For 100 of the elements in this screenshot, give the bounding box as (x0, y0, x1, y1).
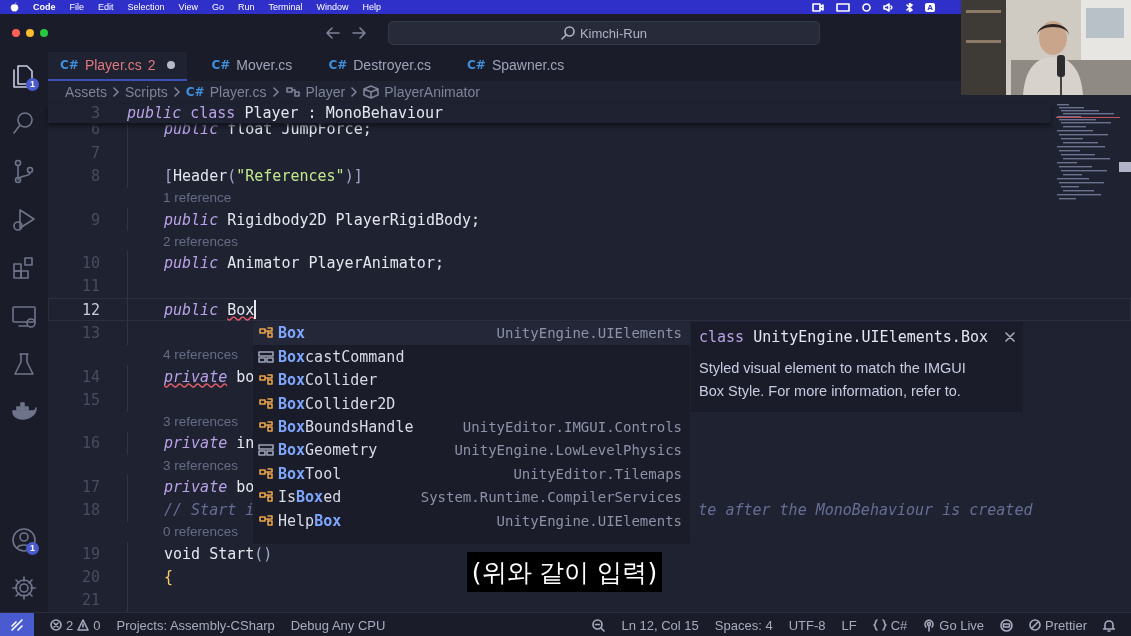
menu-item[interactable]: Terminal (268, 2, 303, 12)
warning-icon (77, 619, 90, 631)
class-icon (258, 326, 274, 341)
struct-icon (258, 349, 274, 364)
chevron-icon (271, 87, 280, 98)
suggestion-item[interactable]: BoxBoundsHandle UnityEditor.IMGUI.Controls (253, 415, 690, 439)
csharp-file-icon: C# (60, 58, 79, 73)
chevron-icon (112, 87, 120, 98)
settings-icon[interactable] (10, 574, 38, 602)
suggestion-item[interactable]: IsBoxed System.Runtime.CompilerServices (253, 485, 690, 509)
code-line: public Animator PlayerAnimator; (164, 254, 444, 272)
prettier-button[interactable]: Prettier (1029, 617, 1087, 633)
indentation-status[interactable]: Spaces: 4 (714, 617, 773, 633)
camera-icon (812, 2, 825, 12)
suggestion-item[interactable]: BoxGeometry UnityEngine.LowLevelPhysics (253, 438, 690, 463)
minimize-window-button[interactable] (26, 29, 34, 37)
tab-label: Player.cs (84, 57, 142, 74)
csharp-file-icon: C# (467, 58, 486, 73)
code-line: private in (164, 434, 255, 453)
chevron-icon (172, 87, 181, 98)
code-line: // Start i (164, 501, 255, 520)
volume-icon (883, 2, 895, 12)
class-icon (258, 490, 274, 505)
notification-badge: 1 (26, 542, 39, 555)
bluetooth-icon (906, 2, 914, 12)
command-center-search[interactable]: Kimchi-Run (388, 21, 820, 45)
suggestion-item[interactable]: BoxcastCommand (253, 345, 690, 369)
menu-item[interactable]: Run (237, 2, 255, 12)
code-line: public class Player : MonoBehaviour (127, 104, 444, 123)
code-line: private bo (164, 477, 255, 496)
code-line: private bo (164, 367, 255, 386)
account-icon[interactable] (10, 526, 38, 554)
status-item[interactable]: Debug Any CPU (290, 617, 386, 633)
type-signature: class UnityEngine.UIElements.Box (699, 327, 988, 346)
chevron-icon (350, 87, 359, 98)
csharp-file-icon: C# (328, 58, 348, 73)
back-arrow-icon (326, 27, 340, 39)
broadcast-icon (923, 618, 936, 632)
search-icon (560, 26, 575, 40)
play-bug-icon[interactable] (10, 206, 38, 234)
app-menu[interactable]: Code (33, 2, 56, 12)
cursor-position[interactable]: Ln 12, Col 15 (621, 617, 699, 633)
editor-tab[interactable]: C# Player.cs 2 (48, 52, 188, 81)
menu-item[interactable]: Go (211, 2, 224, 12)
notification-badge: 1 (26, 78, 39, 91)
documentation-text: Styled visual element to match the IMGUI Box Style. For more information, refer to. (699, 358, 967, 401)
scrollbar-thumb[interactable] (1119, 161, 1131, 172)
breadcrumb-item[interactable]: PlayerAnimator (384, 84, 480, 101)
code-line: public Rigidbody2D PlayerRigidBody; (164, 210, 481, 229)
cube-icon (363, 85, 380, 100)
code-line: public Box (164, 300, 255, 319)
problem-count: 2 (147, 57, 156, 74)
braces-icon (872, 619, 887, 631)
go-live-button[interactable]: Go Live (923, 617, 985, 633)
struct-icon (258, 443, 274, 458)
class-icon (258, 396, 274, 411)
display-icon (836, 2, 851, 12)
tab-label: Mover.cs (236, 57, 293, 74)
csharp-file-icon: C# (185, 85, 205, 100)
suggestion-item[interactable]: BoxCollider (253, 368, 690, 392)
line-ending-status[interactable]: LF (841, 617, 857, 633)
tab-label: Spawner.cs (491, 57, 565, 74)
editor-tab[interactable]: C# Spawner.cs (455, 52, 577, 81)
error-icon (50, 619, 62, 631)
language-mode[interactable]: C# (872, 617, 908, 633)
code-comment: te after the MonoBehaviour is created (698, 501, 1033, 520)
menu-item[interactable]: Window (316, 2, 349, 12)
menu-item[interactable]: Selection (127, 2, 165, 12)
remote-button[interactable] (0, 613, 34, 636)
breadcrumb-item[interactable]: Assets (65, 84, 107, 101)
input-source-indicator[interactable]: A (925, 2, 935, 12)
bell-icon (1103, 618, 1115, 632)
suggestion-item[interactable]: BoxCollider2D (253, 391, 690, 416)
menu-item[interactable]: Help (362, 2, 381, 12)
problems-button[interactable]: 2 0 (50, 617, 101, 633)
status-item[interactable]: Projects: Assembly-CSharp (116, 617, 275, 633)
menu-item[interactable]: Edit (98, 2, 114, 12)
close-window-button[interactable] (12, 29, 20, 37)
suggestion-item[interactable]: Box UnityEngine.UIElements (253, 321, 690, 346)
menu-item[interactable]: View (178, 2, 198, 12)
code-line: void Start() (164, 544, 273, 563)
suggestion-item[interactable]: HelpBox UnityEngine.UIElements (253, 508, 690, 533)
breadcrumb-item[interactable]: Player.cs (209, 84, 267, 101)
encoding-status[interactable]: UTF-8 (788, 617, 826, 633)
breadcrumb-item[interactable]: Player (305, 84, 346, 101)
subtitle: (위와 같이 입력) (467, 552, 662, 592)
code-line: { (164, 567, 174, 586)
class-icon (258, 420, 274, 434)
close-icon (1005, 331, 1015, 342)
menu-item[interactable]: File (69, 2, 84, 12)
editor-tab[interactable]: C# Destroyer.cs (316, 52, 444, 81)
csharp-file-icon: C# (211, 58, 231, 73)
zoom-window-button[interactable] (40, 29, 48, 37)
editor-tab[interactable]: C# Mover.cs (199, 52, 305, 81)
breadcrumb-item[interactable]: Scripts (125, 84, 168, 101)
suggestion-item[interactable]: BoxTool UnityEditor.Tilemaps (253, 462, 690, 486)
circle-slash-icon (1029, 619, 1042, 631)
circle-icon (862, 2, 872, 12)
line-number: 12 (80, 300, 101, 319)
zoom-icon (592, 618, 606, 632)
